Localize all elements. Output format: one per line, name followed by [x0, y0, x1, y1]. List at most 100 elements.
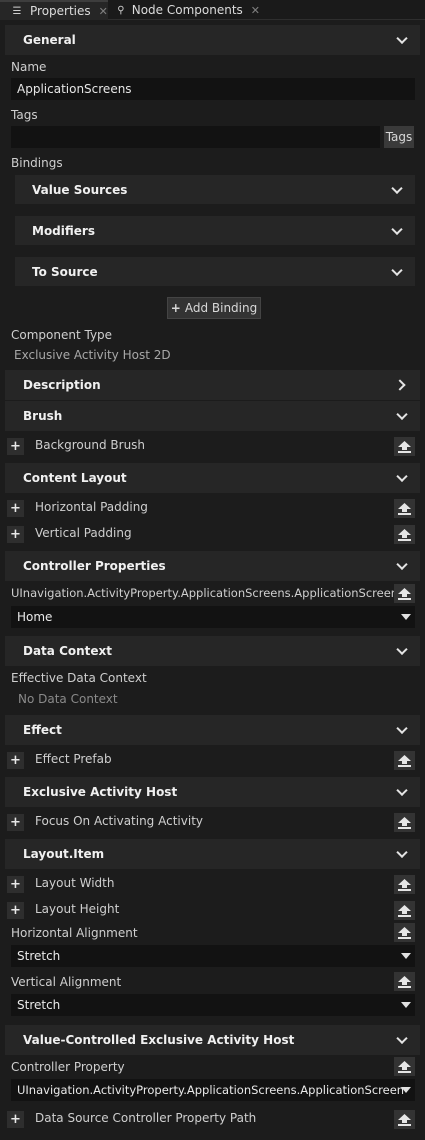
upload-icon[interactable]: [394, 584, 415, 603]
list-icon: ☰: [12, 5, 22, 17]
add-binding-button[interactable]: + Add Binding: [167, 297, 261, 319]
section-description-header[interactable]: Description: [5, 370, 420, 400]
name-field[interactable]: ApplicationScreens: [11, 78, 415, 100]
section-effect-header[interactable]: Effect: [5, 715, 420, 745]
upload-icon[interactable]: [394, 1110, 415, 1129]
dropdown-arrow-icon: [401, 1087, 411, 1093]
component-type-value: Exclusive Activity Host 2D: [14, 348, 171, 362]
upload-icon[interactable]: [394, 525, 415, 544]
add-property-button[interactable]: +: [7, 902, 24, 919]
section-modifiers-header[interactable]: Modifiers: [15, 216, 415, 245]
upload-icon[interactable]: [394, 751, 415, 770]
property-label: Horizontal Padding: [35, 500, 148, 514]
dropdown-value: Stretch: [17, 998, 61, 1012]
vertical-alignment-dropdown[interactable]: Stretch: [11, 994, 415, 1016]
section-to-source-header[interactable]: To Source: [15, 257, 415, 286]
add-property-button[interactable]: +: [7, 1111, 24, 1128]
section-layout-item-header[interactable]: Layout.Item: [5, 839, 420, 869]
chevron-down-icon: [396, 470, 408, 483]
tags-field[interactable]: [11, 126, 380, 148]
property-row-layout-width: + Layout Width: [0, 873, 425, 895]
dropdown-value: Home: [17, 610, 53, 624]
chevron-down-icon: [396, 32, 408, 45]
add-property-button[interactable]: +: [7, 814, 24, 831]
section-value-sources-header[interactable]: Value Sources: [15, 175, 415, 204]
upload-icon[interactable]: [394, 1057, 415, 1076]
controller-property-dropdown[interactable]: UInavigation.ActivityProperty.Applicatio…: [11, 1079, 415, 1101]
chevron-down-icon: [391, 264, 403, 276]
name-label: Name: [11, 60, 47, 74]
property-row-background-brush: + Background Brush: [0, 435, 425, 457]
upload-icon[interactable]: [394, 499, 415, 518]
section-title: General: [23, 33, 76, 47]
property-label: Layout Width: [35, 876, 115, 890]
section-title: Exclusive Activity Host: [23, 785, 178, 799]
section-general-header[interactable]: General: [5, 25, 420, 55]
add-property-button[interactable]: +: [7, 500, 24, 517]
property-label: Vertical Padding: [35, 526, 132, 540]
chevron-down-icon: [396, 643, 408, 656]
tags-label: Tags: [11, 108, 38, 122]
section-title: Controller Properties: [23, 559, 166, 573]
add-property-button[interactable]: +: [7, 752, 24, 769]
property-label: Layout Height: [35, 902, 120, 916]
section-title: Value Sources: [32, 182, 128, 197]
upload-icon[interactable]: [394, 972, 415, 991]
upload-icon[interactable]: [394, 437, 415, 456]
vertical-alignment-label: Vertical Alignment: [11, 975, 122, 989]
property-row-data-source-path: + Data Source Controller Property Path: [0, 1108, 425, 1130]
close-icon[interactable]: ✕: [251, 4, 260, 17]
section-controller-properties-header[interactable]: Controller Properties: [5, 551, 420, 581]
controller-property-label: UInavigation.ActivityProperty.Applicatio…: [11, 586, 399, 600]
section-title: Description: [23, 378, 101, 392]
effective-data-context-label: Effective Data Context: [11, 671, 147, 685]
close-icon[interactable]: ✕: [99, 5, 108, 18]
section-brush-header[interactable]: Brush: [5, 401, 420, 431]
section-content-layout-header[interactable]: Content Layout: [5, 463, 420, 493]
upload-icon[interactable]: [394, 875, 415, 894]
tab-node-components[interactable]: ⚲ Node Components ✕: [110, 0, 260, 20]
upload-icon[interactable]: [394, 813, 415, 832]
tags-button[interactable]: Tags: [384, 126, 414, 148]
horizontal-alignment-dropdown[interactable]: Stretch: [11, 945, 415, 967]
properties-panel: General Name ApplicationScreens Tags Tag…: [0, 21, 425, 1140]
add-property-button[interactable]: +: [7, 876, 24, 893]
add-binding-label: Add Binding: [184, 301, 258, 315]
add-property-button[interactable]: +: [7, 438, 24, 455]
property-label: Data Source Controller Property Path: [35, 1111, 257, 1125]
horizontal-alignment-label: Horizontal Alignment: [11, 926, 138, 940]
property-row-vertical-padding: + Vertical Padding: [0, 523, 425, 545]
section-title: Brush: [23, 409, 63, 423]
upload-icon[interactable]: [394, 923, 415, 942]
tab-node-components-label: Node Components: [131, 3, 243, 17]
tab-properties-label: Properties: [30, 4, 91, 18]
property-row-effect-prefab: + Effect Prefab: [0, 749, 425, 771]
chevron-down-icon: [396, 784, 408, 797]
dropdown-arrow-icon: [401, 1002, 411, 1008]
section-title: Value-Controlled Exclusive Activity Host: [23, 1033, 295, 1047]
dropdown-value: UInavigation.ActivityProperty.Applicatio…: [17, 1083, 405, 1097]
chevron-right-icon: [394, 379, 406, 391]
nodes-icon: ⚲: [117, 4, 125, 16]
chevron-down-icon: [396, 846, 408, 859]
section-exclusive-activity-host-header[interactable]: Exclusive Activity Host: [5, 777, 420, 807]
dropdown-value: Stretch: [17, 949, 61, 963]
add-property-button[interactable]: +: [7, 526, 24, 543]
bindings-label: Bindings: [11, 156, 63, 170]
section-title: Layout.Item: [23, 847, 105, 861]
controller-property-dropdown[interactable]: Home: [11, 606, 415, 628]
dropdown-arrow-icon: [401, 953, 411, 959]
tab-properties[interactable]: ☰ Properties ✕: [0, 0, 108, 20]
section-title: Modifiers: [32, 223, 95, 238]
section-data-context-header[interactable]: Data Context: [5, 636, 420, 666]
property-label: Focus On Activating Activity: [35, 814, 203, 828]
panel-tab-bar: ☰ Properties ✕ ⚲ Node Components ✕: [0, 0, 425, 20]
chevron-down-icon: [396, 1032, 408, 1045]
property-row-layout-height: + Layout Height: [0, 899, 425, 921]
property-label: Effect Prefab: [35, 752, 112, 766]
section-title: Data Context: [23, 644, 113, 658]
upload-icon[interactable]: [394, 901, 415, 920]
section-value-controlled-header[interactable]: Value-Controlled Exclusive Activity Host: [5, 1025, 420, 1055]
component-type-label: Component Type: [11, 328, 113, 342]
property-row-horizontal-padding: + Horizontal Padding: [0, 497, 425, 519]
